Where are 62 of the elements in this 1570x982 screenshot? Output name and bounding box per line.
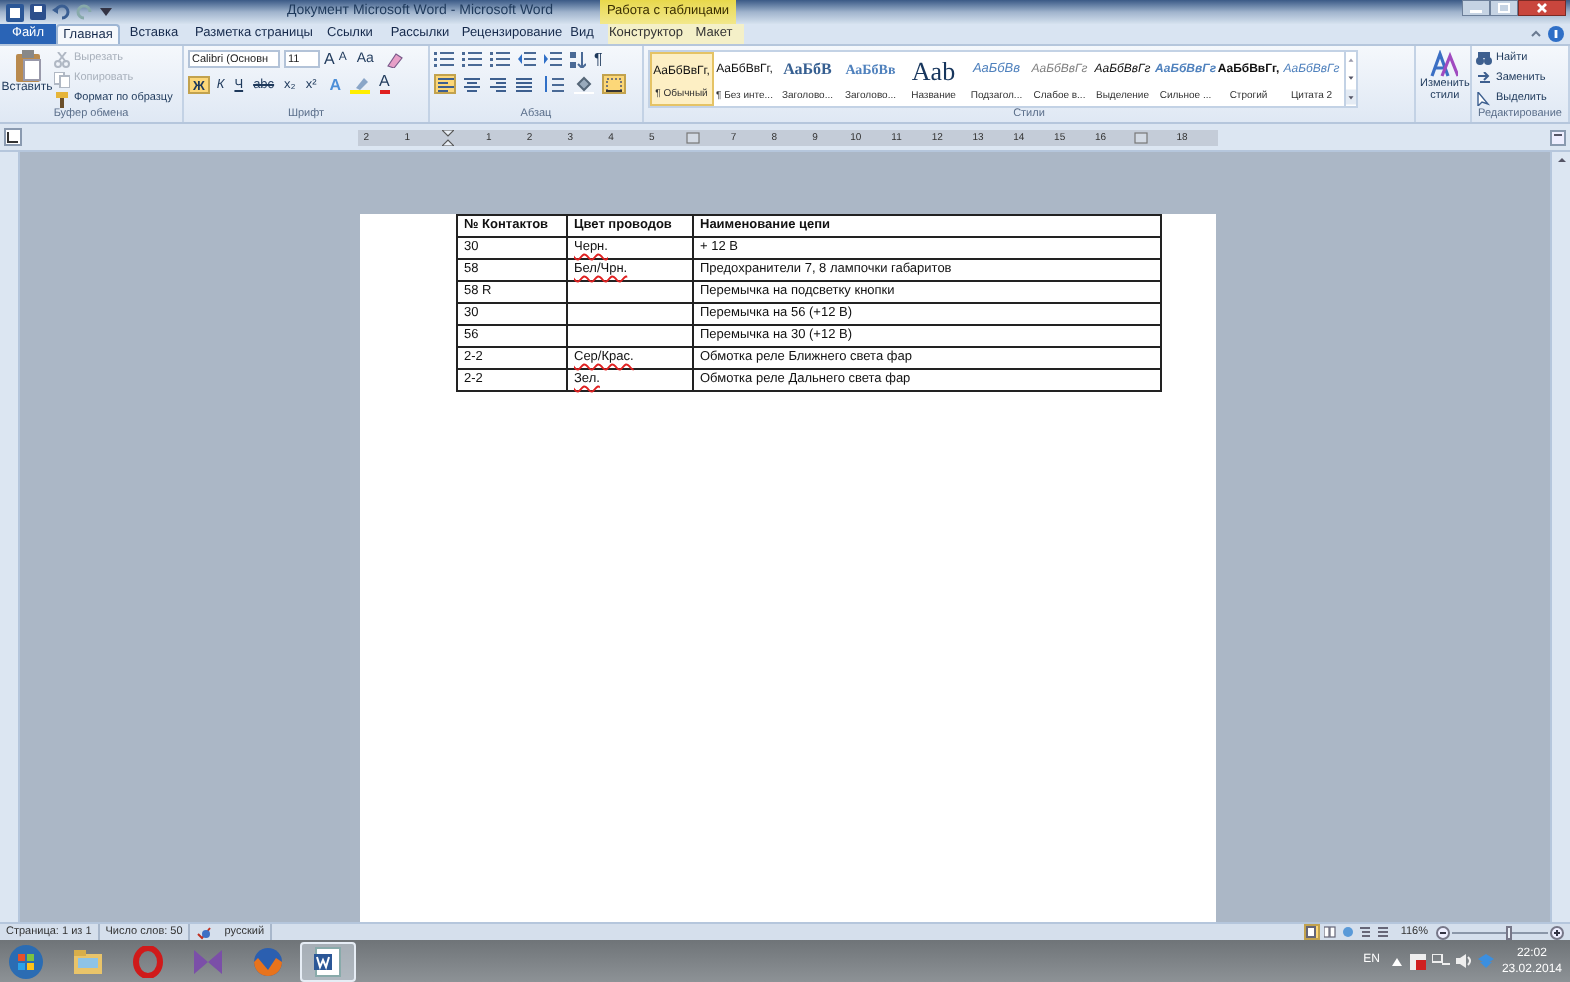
clear-format-icon[interactable]	[385, 51, 404, 67]
view-button[interactable]	[1375, 924, 1392, 940]
gallery-more-icon[interactable]	[1345, 88, 1355, 106]
zoom-slider-thumb[interactable]	[1506, 925, 1512, 939]
align-left-button[interactable]	[434, 74, 456, 94]
align-right-button[interactable]	[486, 74, 508, 94]
network-icon[interactable]	[1431, 954, 1450, 968]
align-justify-button[interactable]	[512, 74, 534, 94]
zoom-out-icon[interactable]	[1436, 925, 1450, 939]
replace-icon	[1476, 72, 1492, 86]
show-formatting-button[interactable]: ¶	[594, 50, 603, 68]
styles-letters-icon	[1430, 50, 1459, 78]
globe-fox-icon	[252, 945, 284, 977]
start-orb-icon[interactable]	[8, 943, 44, 979]
maximize-icon[interactable]	[1490, 0, 1518, 16]
style-preview: АаБбВ	[783, 58, 832, 82]
redo-icon[interactable]	[76, 4, 94, 20]
save-icon[interactable]	[30, 4, 46, 20]
bullet-list-icon[interactable]	[434, 51, 454, 67]
indent-marker-icon[interactable]	[441, 129, 454, 145]
binoculars-icon	[1476, 52, 1492, 66]
help-icon[interactable]	[1548, 26, 1564, 42]
clipboard-icon	[13, 50, 41, 82]
word-document-icon	[312, 945, 344, 977]
multilevel-list-icon[interactable]	[490, 51, 510, 67]
minimize-icon[interactable]	[1462, 0, 1490, 16]
sort-icon[interactable]	[570, 51, 586, 67]
ruler-toggle-icon[interactable]	[1550, 129, 1566, 145]
column-marker-icon[interactable]	[685, 131, 700, 143]
shading-bucket-icon[interactable]	[574, 75, 594, 93]
close-icon[interactable]	[1518, 0, 1566, 16]
volume-icon[interactable]	[1455, 954, 1472, 968]
scissors-icon	[54, 51, 70, 67]
view-button[interactable]	[1357, 924, 1374, 940]
column-marker-icon[interactable]	[1134, 131, 1149, 143]
zoom-in-icon[interactable]	[1550, 925, 1564, 939]
vertical-scrollbar[interactable]	[1550, 152, 1570, 922]
taskbar-app-button[interactable]	[300, 941, 356, 981]
undo-icon[interactable]	[52, 4, 70, 20]
grow-font-button[interactable]: A	[324, 50, 335, 68]
brush-icon	[54, 91, 70, 107]
word-app-icon	[6, 3, 24, 21]
proofing-icon[interactable]	[196, 925, 213, 939]
bowtie-logo-icon	[192, 945, 224, 977]
align-center-button[interactable]	[460, 74, 482, 94]
tray-expand-icon[interactable]	[1391, 957, 1402, 965]
collapse-ribbon-icon[interactable]	[1530, 28, 1542, 40]
increase-indent-icon[interactable]	[544, 51, 562, 67]
cursor-arrow-icon	[1476, 92, 1492, 106]
flag-icon[interactable]	[1409, 953, 1426, 969]
decrease-indent-icon[interactable]	[518, 51, 536, 67]
ring-logo-icon	[132, 945, 164, 977]
copy-icon	[54, 71, 70, 87]
font-color-button[interactable]: A	[379, 74, 390, 94]
numbered-list-icon[interactable]	[462, 51, 482, 67]
line-spacing-icon[interactable]	[544, 76, 564, 92]
style-preview: Aab	[911, 58, 956, 84]
customize-icon[interactable]	[100, 6, 112, 18]
view-button[interactable]	[1321, 924, 1338, 940]
folder-icon	[72, 945, 104, 977]
tab-selector-icon[interactable]	[4, 128, 22, 146]
borders-button[interactable]	[602, 74, 626, 94]
